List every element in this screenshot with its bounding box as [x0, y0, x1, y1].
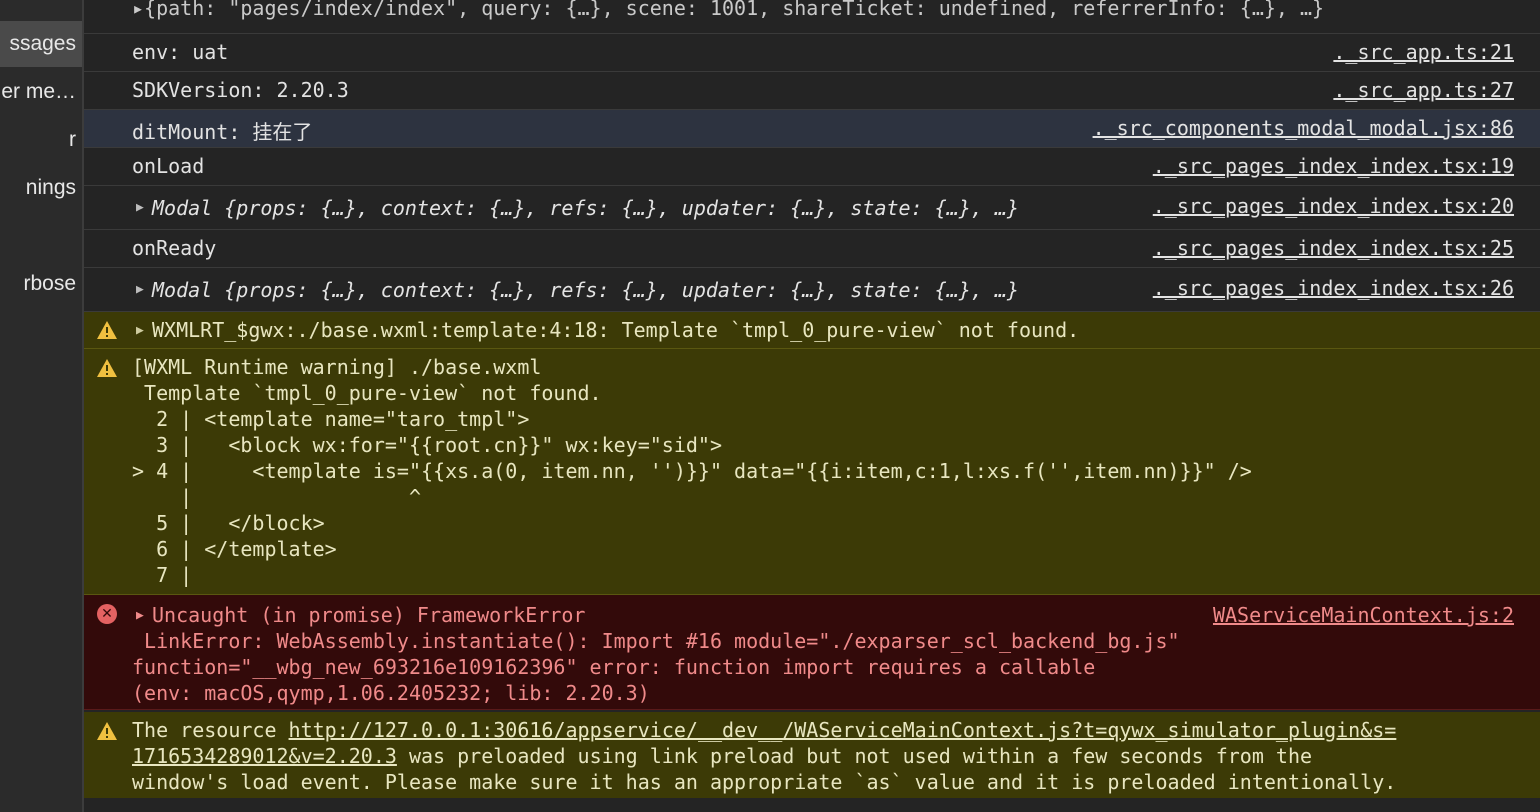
error-icon: ✕ — [97, 604, 117, 624]
warning-text: The resource — [132, 718, 289, 742]
warning-icon — [97, 321, 117, 339]
log-message: ditMount: 挂在了 — [132, 120, 313, 144]
code-frame-line: 2 | <template name="taro_tmpl"> — [132, 407, 530, 431]
source-link[interactable]: ._src_pages_index_index.tsx:19 — [1153, 154, 1514, 178]
console-sidebar: ssages er me… r nings rbose — [0, 0, 84, 812]
warning-icon — [97, 359, 117, 377]
console-row-partial[interactable]: ▸{path: "pages/index/index", query: {…},… — [84, 0, 1540, 34]
expand-triangle-icon[interactable]: ▶ — [136, 323, 144, 338]
warning-icon — [97, 722, 117, 740]
console-row[interactable]: onLoad ._src_pages_index_index.tsx:19 — [84, 148, 1540, 186]
code-frame-line: 7 | — [132, 563, 193, 587]
log-object-preview: ▸{path: "pages/index/index", query: {…},… — [132, 0, 1325, 20]
warning-line: window's load event. Please make sure it… — [132, 770, 1397, 794]
source-link[interactable]: ._src_pages_index_index.tsx:25 — [1153, 236, 1514, 260]
source-link[interactable]: ._src_pages_index_index.tsx:26 — [1153, 276, 1514, 300]
sidebar-item-label: nings — [25, 176, 76, 199]
console-log: ▸{path: "pages/index/index", query: {…},… — [84, 0, 1540, 812]
sidebar-item-label: er me… — [1, 80, 76, 103]
sidebar-item-label: rbose — [23, 272, 76, 295]
sidebar-item-label: r — [69, 128, 76, 151]
log-message: onLoad — [132, 154, 205, 178]
log-message: SDKVersion: 2.20.3 — [132, 78, 349, 102]
warning-line: [WXML Runtime warning] ./base.wxml — [132, 355, 542, 379]
console-row[interactable]: SDKVersion: 2.20.3 ._src_app.ts:27 — [84, 72, 1540, 110]
expand-triangle-icon[interactable]: ▶ — [136, 608, 144, 623]
error-title[interactable]: Uncaught (in promise) FrameworkError — [152, 603, 585, 627]
error-line: (env: macOS,qymp,1.06.2405232; lib: 2.20… — [132, 681, 650, 705]
error-line: function="__wbg_new_693216e109162396" er… — [132, 655, 1096, 679]
log-message: env: uat — [132, 40, 229, 64]
console-row[interactable]: ▶ Modal {props: {…}, context: {…}, refs:… — [84, 268, 1540, 312]
log-object-preview[interactable]: Modal {props: {…}, context: {…}, refs: {… — [152, 196, 1019, 220]
resource-link[interactable]: http://127.0.0.1:30616/appservice/__dev_… — [289, 718, 1397, 742]
console-error-row[interactable]: ✕ ▶ Uncaught (in promise) FrameworkError… — [84, 595, 1540, 710]
source-link[interactable]: ._src_app.ts:27 — [1333, 78, 1514, 102]
sidebar-item-user-messages[interactable]: er me… — [0, 69, 82, 115]
sidebar-item-messages[interactable]: ssages — [0, 21, 82, 67]
expand-triangle-icon[interactable]: ▶ — [136, 200, 144, 215]
console-row-selected[interactable]: ditMount: 挂在了 ._src_components_modal_mod… — [84, 110, 1540, 148]
code-frame-line: 5 | </block> — [132, 511, 325, 535]
console-row[interactable]: ▶ Modal {props: {…}, context: {…}, refs:… — [84, 186, 1540, 230]
source-link[interactable]: ._src_app.ts:21 — [1333, 40, 1514, 64]
console-warning-row[interactable]: The resource http://127.0.0.1:30616/apps… — [84, 712, 1540, 798]
console-warning-row[interactable]: ▶ WXMLRT_$gwx:./base.wxml:template:4:18:… — [84, 312, 1540, 349]
warning-line: Template `tmpl_0_pure-view` not found. — [132, 381, 602, 405]
console-blank-area — [84, 798, 1540, 812]
sidebar-item-verbose[interactable]: rbose — [0, 261, 82, 307]
console-row[interactable]: env: uat ._src_app.ts:21 — [84, 34, 1540, 72]
console-warning-row[interactable]: [WXML Runtime warning] ./base.wxml Templ… — [84, 349, 1540, 595]
source-link[interactable]: WAServiceMainContext.js:2 — [1212, 603, 1514, 627]
log-object-preview[interactable]: Modal {props: {…}, context: {…}, refs: {… — [152, 278, 1019, 302]
code-frame-line: | ^ — [132, 485, 421, 509]
code-frame-line: 3 | <block wx:for="{{root.cn}}" wx:key="… — [132, 433, 723, 457]
console-row[interactable]: onReady ._src_pages_index_index.tsx:25 — [84, 230, 1540, 268]
sidebar-item-errors[interactable]: r — [0, 117, 82, 163]
source-link[interactable]: ._src_pages_index_index.tsx:20 — [1153, 194, 1514, 218]
warning-text: was preloaded using link preload but not… — [396, 744, 1313, 768]
expand-triangle-icon[interactable]: ▶ — [136, 282, 144, 297]
log-message: onReady — [132, 236, 217, 260]
error-line: LinkError: WebAssembly.instantiate(): Im… — [132, 629, 1180, 653]
warning-line: 1716534289012&v=2.20.3 was preloaded usi… — [132, 744, 1312, 768]
sidebar-item-warnings[interactable]: nings — [0, 165, 82, 211]
warning-message: WXMLRT_$gwx:./base.wxml:template:4:18: T… — [152, 318, 1080, 342]
code-frame-line: 6 | </template> — [132, 537, 337, 561]
warning-line: The resource http://127.0.0.1:30616/apps… — [132, 718, 1396, 742]
resource-link[interactable]: 1716534289012&v=2.20.3 — [132, 744, 397, 768]
sidebar-item-label: ssages — [9, 32, 76, 55]
source-link[interactable]: ._src_components_modal_modal.jsx:86 — [1092, 116, 1514, 140]
code-frame-line: > 4 | <template is="{{xs.a(0, item.nn, '… — [132, 459, 1252, 483]
